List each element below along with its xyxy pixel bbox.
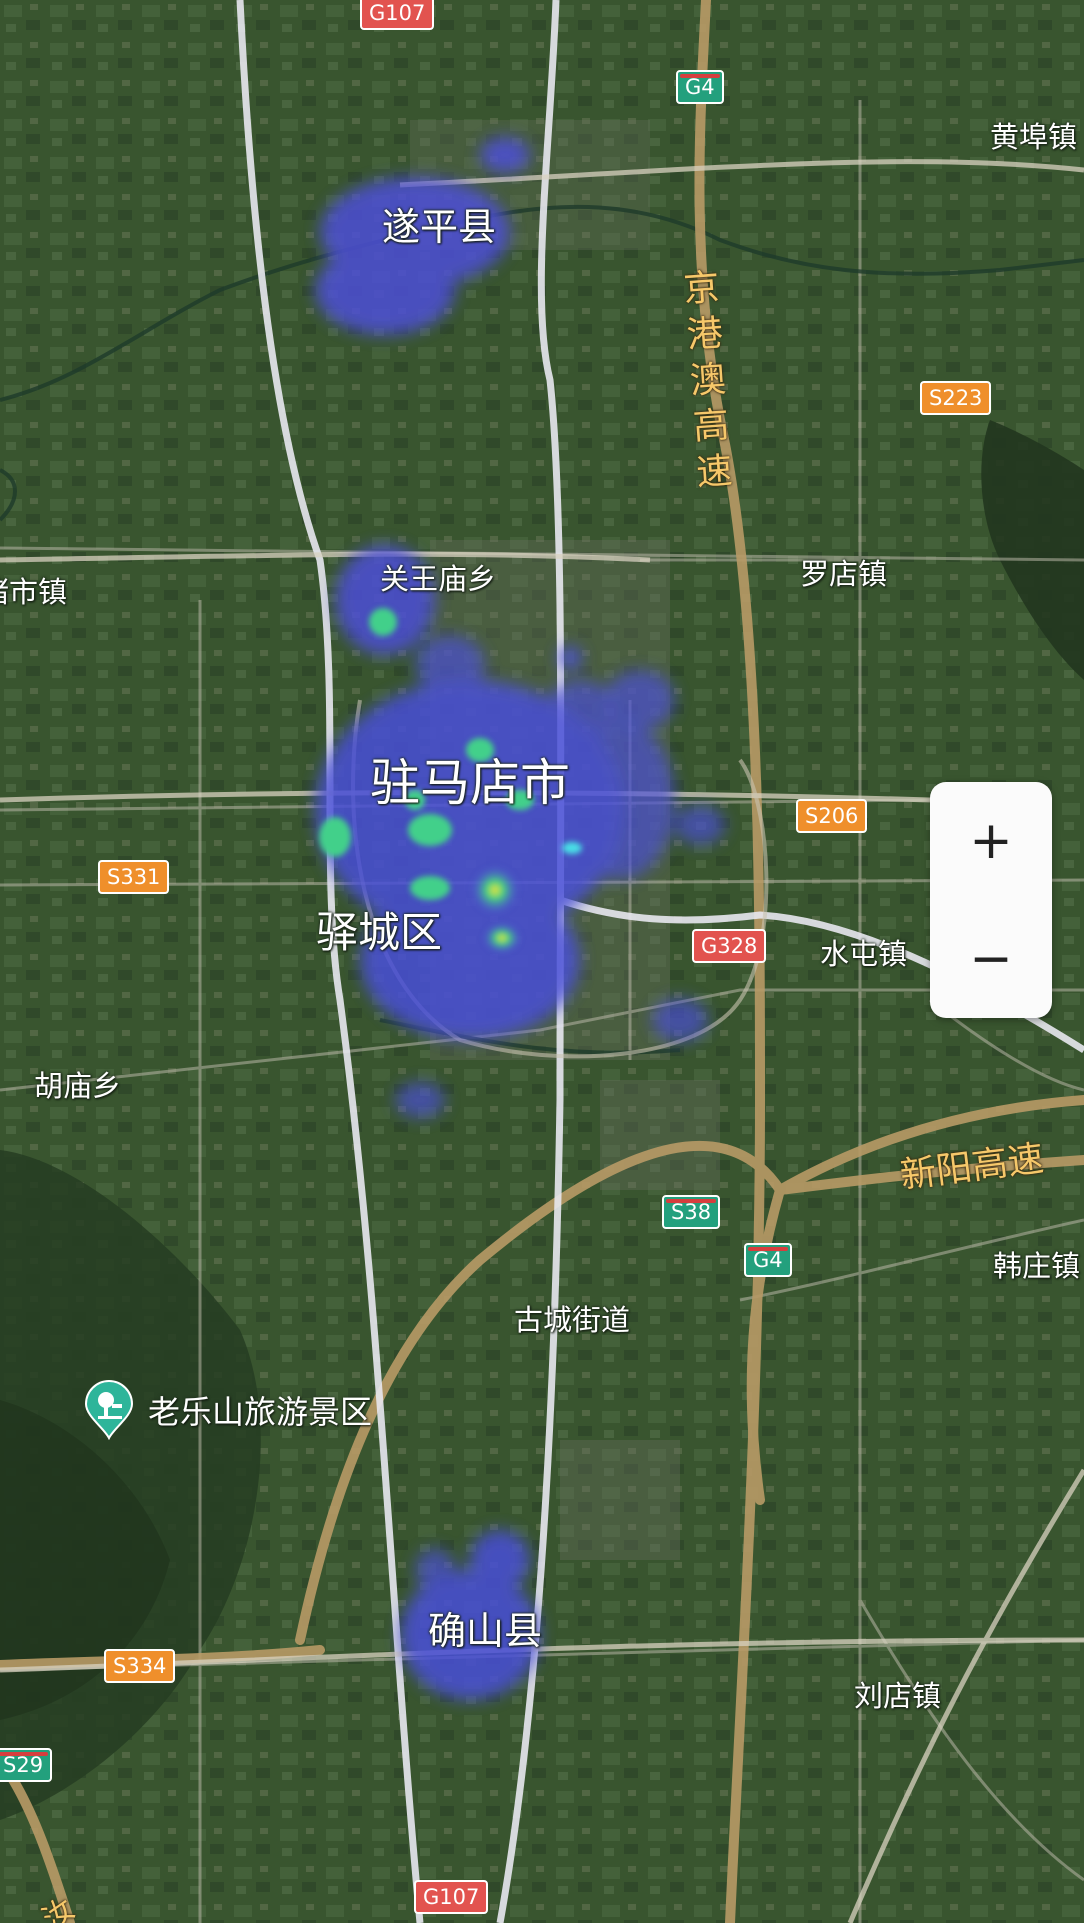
road-badge-s331[interactable]: S331 xyxy=(98,860,170,894)
poi-laoleshan[interactable]: 老乐山旅游景区 xyxy=(82,1380,373,1441)
place-label-suiping[interactable]: 遂平县 xyxy=(382,208,496,246)
place-label-guanwangmiao[interactable]: 关王庙乡 xyxy=(380,565,496,594)
road-badge-g328[interactable]: G328 xyxy=(692,929,767,963)
road-badge-g107-bottom[interactable]: G107 xyxy=(414,1880,489,1914)
poi-label: 老乐山旅游景区 xyxy=(148,1393,373,1431)
place-label-gucheng[interactable]: 古城街道 xyxy=(514,1306,630,1335)
place-label-queshan[interactable]: 确山县 xyxy=(428,1612,542,1650)
road-badge-s29[interactable]: S29 xyxy=(0,1748,53,1782)
place-label-liudian[interactable]: 刘店镇 xyxy=(854,1682,941,1711)
place-label-luodian[interactable]: 罗店镇 xyxy=(800,560,887,589)
place-label-yicheng[interactable]: 驿城区 xyxy=(316,912,442,954)
park-pin-icon xyxy=(82,1380,136,1441)
map-viewport[interactable]: + − 遂平县 关王庙乡 驻马店市 驿城区 水屯镇 黄埠镇 罗店镇 诸市镇 胡庙… xyxy=(0,0,1084,1923)
place-label-huangbu[interactable]: 黄埠镇 xyxy=(990,123,1077,152)
place-label-zhumadian[interactable]: 驻马店市 xyxy=(370,758,570,808)
road-badge-s206[interactable]: S206 xyxy=(796,799,868,833)
place-label-zhushi[interactable]: 诸市镇 xyxy=(0,578,67,607)
place-label-humiao[interactable]: 胡庙乡 xyxy=(34,1072,121,1101)
zoom-out-button[interactable]: − xyxy=(930,900,1052,1018)
road-badge-s38[interactable]: S38 xyxy=(662,1195,721,1229)
road-badge-g4-mid[interactable]: G4 xyxy=(744,1243,792,1277)
road-badge-g107[interactable]: G107 xyxy=(360,0,435,30)
place-label-hanzhuang[interactable]: 韩庄镇 xyxy=(993,1252,1080,1281)
road-badge-g4[interactable]: G4 xyxy=(676,70,724,104)
place-label-shuitun[interactable]: 水屯镇 xyxy=(820,940,907,969)
zoom-control: + − xyxy=(930,782,1052,1018)
road-badge-s223[interactable]: S223 xyxy=(920,381,992,415)
zoom-in-button[interactable]: + xyxy=(930,782,1052,900)
road-badge-s334[interactable]: S334 xyxy=(104,1649,176,1683)
